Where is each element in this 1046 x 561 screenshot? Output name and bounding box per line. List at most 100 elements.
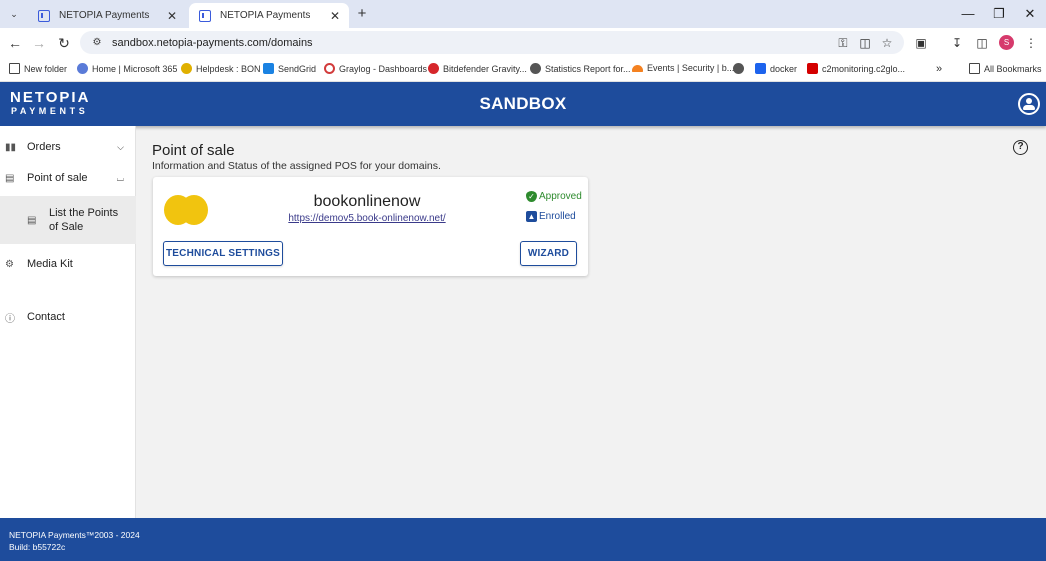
bookmark-c2monitoring[interactable]: c2monitoring.c2glo... [807,63,905,74]
app-footer: NETOPIA Payments™2003 - 2024 Build: b557… [0,518,1046,561]
sidebar-item-orders[interactable]: ▮▮ Orders ⌵ [0,132,136,162]
cloudflare-icon [632,64,643,72]
forward-arrow-icon[interactable]: → [29,33,49,53]
address-url[interactable]: sandbox.netopia-payments.com/domains [112,37,313,49]
sidebar-item-contact[interactable]: ⓘ Contact [0,302,136,332]
help-question-icon[interactable]: ? [1013,140,1028,155]
sidebar-item-label: Media Kit [27,258,73,270]
tab-close-icon[interactable]: ✕ [327,9,343,23]
pos-card: bookonlinenow https://demov5.book-online… [153,177,588,276]
bookmark-star-icon[interactable]: ☆ [878,34,896,52]
footer-build: Build: b55722c [9,542,66,552]
account-circle-icon[interactable] [1018,93,1040,115]
chevron-up-icon: ⌴ [116,172,124,183]
all-bookmarks[interactable]: All Bookmarks [969,63,1042,74]
tab-favicon-icon [38,9,50,22]
helpdesk-icon [181,63,192,74]
tab-close-icon[interactable]: ✕ [164,9,180,23]
bookmark-label: Bitdefender Gravity... [443,63,527,74]
minimize-icon[interactable]: — [952,4,984,24]
status-enrolled-label: Enrolled [539,211,576,222]
bookmark-globe[interactable] [733,63,748,74]
sidebar-item-label: Orders [27,141,61,153]
page-subtitle: Information and Status of the assigned P… [152,160,441,172]
page-title: Point of sale [152,142,235,159]
bookmark-label: SendGrid [278,63,317,74]
sidebar-item-label: Point of sale [27,172,88,184]
bookmark-sendgrid[interactable]: SendGrid [263,63,316,74]
extensions-icon[interactable]: ▣ [912,34,930,52]
tab-title: NETOPIA Payments [59,10,150,21]
folder-icon [969,63,980,74]
bar-chart-icon: ▮▮ [5,141,17,153]
all-bookmarks-label: All Bookmarks [984,63,1042,74]
download-icon[interactable]: ↧ [948,34,966,52]
globe-icon [530,63,541,74]
bookmark-label: Helpdesk : BON [196,63,261,74]
side-panel-icon[interactable]: ◫ [973,34,991,52]
browser-tab-1[interactable]: NETOPIA Payments ✕ [28,3,186,28]
bookmark-label: Graylog - Dashboards [339,63,428,74]
folder-icon [9,63,20,74]
tab-title: NETOPIA Payments [220,10,311,21]
sidebar-subitem-list-pos[interactable]: ▤ List the Points of Sale [0,196,136,244]
bookmarks-bar: New folder Home | Microsoft 365 Helpdesk… [0,57,1046,82]
docker-icon [755,63,766,74]
wizard-button[interactable]: WIZARD [520,241,577,266]
globe-icon [733,63,744,74]
bookmark-docker[interactable]: docker [755,63,797,74]
status-enrolled-badge: ▲ Enrolled [526,211,576,222]
bookmark-label: docker [770,63,798,74]
chevron-down-icon: ⌵ [117,141,124,152]
pos-url-link[interactable]: https://demov5.book-onlinenow.net/ [288,213,445,224]
verified-shield-icon: ✓ [526,191,537,202]
bookmark-label: Statistics Report for... [545,63,631,74]
bookmark-bitdefender[interactable]: Bitdefender Gravity... [428,63,527,74]
kebab-menu-icon[interactable]: ⋮ [1022,34,1040,52]
bookmark-new-folder[interactable]: New folder [9,63,67,74]
password-key-icon[interactable]: ⚿ [834,34,852,52]
window-close-icon[interactable]: ✕ [1014,4,1046,24]
bookmarks-overflow-chevron-icon[interactable]: » [936,63,942,75]
bookmark-helpdesk[interactable]: Helpdesk : BON [181,63,261,74]
list-icon: ▤ [27,214,37,226]
sidebar-item-point-of-sale[interactable]: ▤ Point of sale ⌴ [0,163,136,193]
footer-copyright: NETOPIA Payments™2003 - 2024 [9,530,140,540]
address-bar[interactable]: ⚙ sandbox.netopia-payments.com/domains [80,31,904,54]
help-circle-icon: ⓘ [5,313,15,325]
bookmark-graylog[interactable]: Graylog - Dashboards [324,63,427,74]
sendgrid-icon [263,63,274,74]
bookmark-label: Home | Microsoft 365 [92,63,178,74]
reload-icon[interactable]: ↻ [54,33,74,53]
sidebar-subitem-label: List the Points of Sale [49,207,119,233]
environment-title: SANDBOX [479,94,567,113]
bookmark-m365[interactable]: Home | Microsoft 365 [77,63,177,74]
sidebar-item-label: Contact [27,311,65,323]
bookmark-statistics[interactable]: Statistics Report for... [530,63,631,74]
pos-name: bookonlinenow [313,193,421,210]
technical-settings-button[interactable]: TECHNICAL SETTINGS [163,241,283,266]
sidebar-item-media-kit[interactable]: ⚙ Media Kit [0,249,136,279]
bookmark-events-security[interactable]: Events | Security | b... [632,63,734,73]
storage-icon: ▤ [5,172,15,184]
tab-favicon-icon [199,9,211,22]
graylog-icon [324,63,335,74]
status-approved-badge: ✓ Approved [526,191,582,202]
install-app-icon[interactable]: ◫ [856,34,874,52]
bookmark-label: Events | Security | b... [647,63,735,73]
bookmark-label: New folder [24,63,68,74]
zabbix-icon [807,63,818,74]
m365-icon [77,63,88,74]
gear-icon: ⚙ [5,258,14,270]
tab-search-chevron-icon[interactable]: ⌄ [5,5,23,23]
bitdefender-icon [428,63,439,74]
profile-avatar[interactable]: S [999,35,1014,50]
site-info-icon[interactable]: ⚙ [86,37,108,48]
thumbs-up-icon: ▲ [526,211,537,222]
back-arrow-icon[interactable]: ← [5,33,25,53]
pos-url-wrapper: https://demov5.book-onlinenow.net/ [153,213,581,224]
new-tab-plus-icon[interactable]: + [354,5,370,23]
bookmark-label: c2monitoring.c2glo... [822,63,906,74]
browser-tab-2[interactable]: NETOPIA Payments ✕ [189,3,349,28]
restore-icon[interactable]: ❐ [983,4,1015,24]
